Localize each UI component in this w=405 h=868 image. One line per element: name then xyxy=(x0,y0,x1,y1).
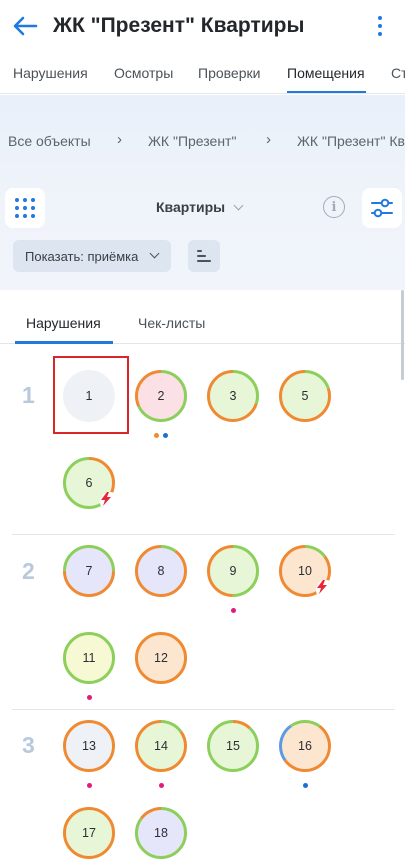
unit-number: 5 xyxy=(301,389,309,403)
lightning-icon xyxy=(316,580,336,600)
unit-number: 3 xyxy=(229,389,237,403)
grid-view-button[interactable] xyxy=(5,188,45,228)
unit-number: 2 xyxy=(157,389,165,403)
show-filter-label: Показать: приёмка xyxy=(25,248,139,264)
unit-13[interactable]: 13 xyxy=(62,719,116,773)
unit-number: 8 xyxy=(157,564,165,578)
unit-18[interactable]: 18 xyxy=(134,806,188,860)
status-dots xyxy=(134,783,188,789)
status-dot xyxy=(163,433,168,438)
app-bar: ЖК "Презент" Квартиры xyxy=(0,0,405,54)
unit-12[interactable]: 12 xyxy=(134,631,188,685)
unit-number: 9 xyxy=(229,564,237,578)
sort-icon xyxy=(197,250,202,252)
unit-number: 18 xyxy=(154,826,168,840)
sort-button[interactable] xyxy=(188,240,220,272)
breadcrumb-separator: › xyxy=(117,131,122,148)
unit-2[interactable]: 2 xyxy=(134,369,188,423)
floor-divider xyxy=(12,709,395,710)
info-icon[interactable]: i xyxy=(323,196,345,218)
floor-number: 1 xyxy=(22,382,35,408)
unit-number: 16 xyxy=(298,739,312,753)
unit-14[interactable]: 14 xyxy=(134,719,188,773)
unit-11[interactable]: 11 xyxy=(62,631,116,685)
status-dots xyxy=(62,695,116,701)
more-vertical-icon[interactable] xyxy=(368,12,392,40)
active-tab-indicator xyxy=(287,91,366,93)
page-title: ЖК "Презент" Квартиры xyxy=(53,14,305,37)
unit-number: 14 xyxy=(154,739,168,753)
unit-number: 7 xyxy=(85,564,93,578)
unit-number: 11 xyxy=(82,651,96,665)
status-dot xyxy=(230,608,236,613)
unit-number: 12 xyxy=(154,651,168,665)
unit-number: 15 xyxy=(226,739,240,753)
premise-type-value: Квартиры xyxy=(156,199,226,215)
unit-17[interactable]: 17 xyxy=(62,806,116,860)
active-subtab-indicator xyxy=(15,341,113,344)
unit-number: 17 xyxy=(82,826,96,840)
status-dots xyxy=(206,608,260,614)
tab-premises[interactable]: Помещения xyxy=(287,65,365,81)
premise-type-select[interactable]: Квартиры xyxy=(156,199,244,215)
filter-settings-button[interactable] xyxy=(362,188,402,228)
sub-tabs: Нарушения Чек-листы xyxy=(0,290,405,344)
status-dots xyxy=(134,433,188,439)
unit-6[interactable]: 6 xyxy=(62,456,120,512)
chevron-down-icon xyxy=(233,200,244,211)
tab-stages[interactable]: Ст xyxy=(391,65,405,81)
unit-9[interactable]: 9 xyxy=(206,544,260,598)
unit-number: 1 xyxy=(85,389,93,403)
unit-1[interactable]: 1 xyxy=(62,369,116,423)
unit-number: 13 xyxy=(82,739,96,753)
floor-divider xyxy=(12,534,395,535)
subtab-violations[interactable]: Нарушения xyxy=(26,315,101,331)
sliders-icon xyxy=(371,198,393,218)
floor-number: 2 xyxy=(22,558,35,584)
back-arrow-icon[interactable] xyxy=(10,12,40,40)
unit-7[interactable]: 7 xyxy=(62,544,116,598)
show-filter-dropdown[interactable]: Показать: приёмка xyxy=(13,240,171,272)
unit-5[interactable]: 5 xyxy=(278,369,332,423)
top-tabs: Нарушения Осмотры Проверки Помещения Ст xyxy=(0,54,405,94)
subtab-checklists[interactable]: Чек-листы xyxy=(138,315,205,331)
status-dot xyxy=(86,695,92,700)
lightning-icon xyxy=(100,492,120,512)
tab-violations[interactable]: Нарушения xyxy=(13,65,88,81)
unit-8[interactable]: 8 xyxy=(134,544,188,598)
tab-inspections[interactable]: Осмотры xyxy=(114,65,173,81)
status-dots xyxy=(62,783,116,789)
status-dot xyxy=(158,783,164,788)
breadcrumb-separator: › xyxy=(266,131,271,148)
scrollbar[interactable] xyxy=(401,290,404,380)
floor-number: 3 xyxy=(22,732,35,758)
unit-15[interactable]: 15 xyxy=(206,719,260,773)
status-dots xyxy=(278,783,332,789)
tab-checks[interactable]: Проверки xyxy=(198,65,260,81)
breadcrumb-current[interactable]: ЖК "Презент" Кв xyxy=(297,133,405,149)
status-dot xyxy=(154,433,159,438)
breadcrumb-all-objects[interactable]: Все объекты xyxy=(8,133,91,149)
chevron-down-icon xyxy=(149,248,160,259)
unit-3[interactable]: 3 xyxy=(206,369,260,423)
status-dot xyxy=(302,783,308,788)
unit-10[interactable]: 10 xyxy=(278,544,336,600)
grid-icon xyxy=(15,198,19,202)
status-dot xyxy=(86,783,92,788)
breadcrumb-complex[interactable]: ЖК "Презент" xyxy=(148,133,236,149)
unit-16[interactable]: 16 xyxy=(278,719,332,773)
